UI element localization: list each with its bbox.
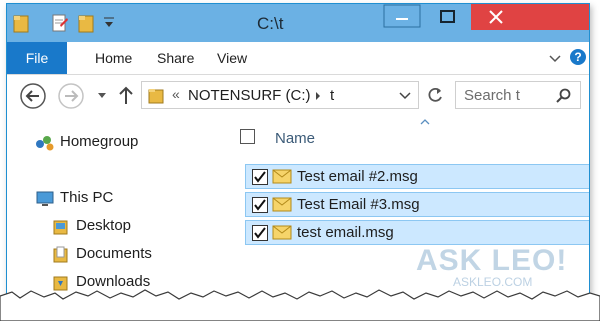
email-icon	[272, 169, 292, 184]
column-header-name[interactable]: Name	[275, 130, 315, 147]
email-icon	[272, 225, 292, 240]
file-name: Test Email #3.msg	[297, 196, 420, 213]
search-placeholder: Search t	[464, 87, 520, 104]
close-button[interactable]	[471, 4, 589, 30]
close-icon	[489, 10, 503, 24]
expand-ribbon-icon[interactable]	[547, 50, 563, 66]
recent-locations-icon[interactable]	[96, 90, 108, 100]
homegroup-icon	[36, 136, 54, 151]
file-name: Test email #2.msg	[297, 168, 418, 185]
svg-text:?: ?	[574, 50, 581, 64]
ribbon-tabs: File Home Share View ?	[7, 42, 589, 75]
nav-label: This PC	[60, 189, 114, 206]
watermark-logo: ASK LEO!	[416, 244, 568, 277]
file-row[interactable]: Test Email #3.msg	[245, 192, 589, 217]
title-bar[interactable]: C:\t	[7, 4, 589, 42]
checkmark-icon	[254, 199, 266, 211]
nav-label: Documents	[76, 245, 152, 262]
folder-icon	[53, 220, 68, 235]
folder-icon	[53, 246, 68, 263]
refresh-icon[interactable]	[425, 85, 445, 105]
navigation-pane: Homegroup This PC Desktop Documents Down…	[7, 117, 217, 307]
nav-label: Desktop	[76, 217, 132, 234]
tab-home[interactable]: Home	[95, 50, 132, 66]
select-all-checkbox[interactable]	[240, 129, 255, 144]
window-title: C:\t	[257, 14, 284, 33]
help-icon[interactable]: ?	[569, 48, 587, 66]
file-name: test email.msg	[297, 224, 394, 241]
torn-edge-decoration	[0, 289, 600, 321]
search-input[interactable]: Search t	[455, 81, 581, 109]
row-checkbox[interactable]	[252, 197, 268, 213]
file-row[interactable]: Test email #2.msg	[245, 164, 589, 189]
back-button[interactable]	[19, 82, 47, 110]
checkmark-icon	[254, 227, 266, 239]
search-icon[interactable]	[556, 88, 572, 104]
customize-quick-access-icon[interactable]	[103, 13, 115, 33]
tab-share[interactable]: Share	[157, 50, 194, 66]
tab-view[interactable]: View	[217, 50, 247, 66]
breadcrumb-chevron-icon[interactable]	[314, 90, 322, 102]
minimize-button[interactable]	[379, 4, 425, 30]
maximize-button[interactable]	[425, 4, 471, 30]
row-checkbox[interactable]	[252, 169, 268, 185]
sort-ascending-icon	[420, 119, 430, 125]
breadcrumb-folder[interactable]: t	[330, 87, 334, 104]
address-dropdown-icon[interactable]	[398, 90, 412, 102]
new-folder-icon[interactable]	[77, 13, 95, 33]
file-list: Name Test email #2.msg Test Email #3.msg…	[219, 117, 589, 307]
maximize-icon	[440, 10, 455, 23]
email-icon	[272, 197, 292, 212]
properties-icon[interactable]	[51, 13, 69, 33]
row-checkbox[interactable]	[252, 225, 268, 241]
nav-label: Homegroup	[60, 133, 139, 150]
minimize-icon	[383, 4, 421, 28]
forward-button[interactable]	[57, 82, 85, 110]
file-row[interactable]: test email.msg	[245, 220, 589, 245]
breadcrumb-overflow[interactable]: «	[172, 86, 180, 102]
breadcrumb-drive[interactable]: NOTENSURF (C:)	[188, 87, 311, 104]
checkmark-icon	[254, 171, 266, 183]
computer-icon	[36, 191, 54, 206]
up-arrow-icon[interactable]	[117, 84, 135, 106]
folder-icon[interactable]	[13, 13, 29, 33]
folder-icon	[148, 89, 164, 104]
navigation-bar: « NOTENSURF (C:) t Search t	[7, 75, 589, 117]
address-bar[interactable]: « NOTENSURF (C:) t	[141, 81, 419, 109]
tab-file[interactable]: File	[7, 42, 67, 74]
